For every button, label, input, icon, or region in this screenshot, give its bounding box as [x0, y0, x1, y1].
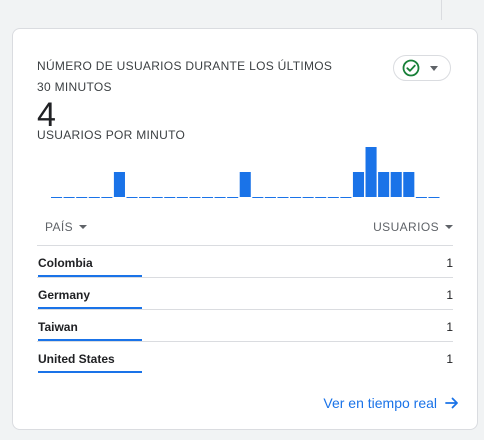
share-bar: [38, 371, 142, 373]
chart-bar: [113, 172, 125, 197]
sort-users-header[interactable]: USUARIOS: [373, 220, 453, 234]
status-dropdown-button[interactable]: [393, 55, 451, 81]
chart-bar-zero: [415, 197, 427, 198]
country-name: Taiwan: [38, 320, 78, 334]
sort-caret-icon: [79, 225, 88, 229]
view-realtime-link[interactable]: Ver en tiempo real: [323, 395, 459, 411]
chart-bar: [352, 172, 365, 197]
chart-bar: [239, 172, 251, 197]
chart-bar-zero: [277, 197, 289, 198]
country-name: United States: [38, 352, 115, 366]
users-per-minute-chart: [51, 147, 440, 198]
country-table: Colombia 1 Germany 1 Taiwan 1 United Sta…: [37, 245, 453, 373]
check-circle-icon: [402, 59, 420, 77]
chart-bar-zero: [151, 197, 163, 198]
country-users: 1: [446, 288, 453, 302]
country-users: 1: [446, 352, 453, 366]
chart-bar-zero: [63, 197, 75, 198]
chart-bar-zero: [290, 197, 302, 198]
chart-bar-zero: [315, 197, 327, 198]
chart-bar-zero: [126, 197, 138, 198]
card-title: NÚMERO DE USUARIOS DURANTE LOS ÚLTIMOS 3…: [37, 59, 333, 94]
chart-bar-zero: [176, 197, 188, 198]
chart-bar-zero: [189, 197, 201, 198]
chart-bar: [378, 172, 390, 197]
table-row: Germany 1: [37, 277, 453, 309]
table-row: Taiwan 1: [37, 309, 453, 341]
chart-bar-zero: [327, 197, 339, 198]
users-header-label: USUARIOS: [373, 220, 439, 234]
arrow-right-icon: [445, 397, 458, 409]
country-name: Colombia: [38, 256, 93, 270]
chart-bar-zero: [428, 197, 440, 198]
chart-bar: [365, 147, 377, 197]
realtime-users-card: NÚMERO DE USUARIOS DURANTE LOS ÚLTIMOS 3…: [12, 28, 478, 430]
sort-country-header[interactable]: PAÍS: [45, 220, 88, 234]
chart-bar: [390, 172, 402, 197]
chart-bar-zero: [101, 197, 113, 198]
chart-bar: [403, 172, 415, 197]
chart-bar-zero: [340, 197, 352, 198]
chart-subtitle: USUARIOS POR MINUTO: [37, 128, 186, 142]
view-realtime-label: Ver en tiempo real: [323, 395, 437, 411]
divider: [441, 0, 442, 20]
country-users: 1: [446, 320, 453, 334]
country-name: Germany: [38, 288, 91, 302]
chart-bar-zero: [227, 197, 239, 198]
table-row: Colombia 1: [37, 245, 453, 277]
chevron-down-icon: [430, 65, 438, 71]
chart-bar-zero: [51, 197, 63, 198]
chart-bar-zero: [139, 197, 151, 198]
chart-bar-zero: [252, 197, 264, 198]
sort-caret-icon: [445, 225, 453, 229]
chart-bar-zero: [76, 197, 88, 198]
chart-bar-zero: [214, 197, 226, 198]
chart-bar-zero: [88, 197, 100, 198]
chart-bar-zero: [164, 197, 176, 198]
country-users: 1: [446, 256, 453, 270]
chart-bar-zero: [264, 197, 276, 198]
chart-bar-zero: [302, 197, 314, 198]
country-header-label: PAÍS: [45, 220, 74, 234]
table-row: United States 1: [37, 341, 453, 373]
chart-bar-zero: [201, 197, 214, 198]
